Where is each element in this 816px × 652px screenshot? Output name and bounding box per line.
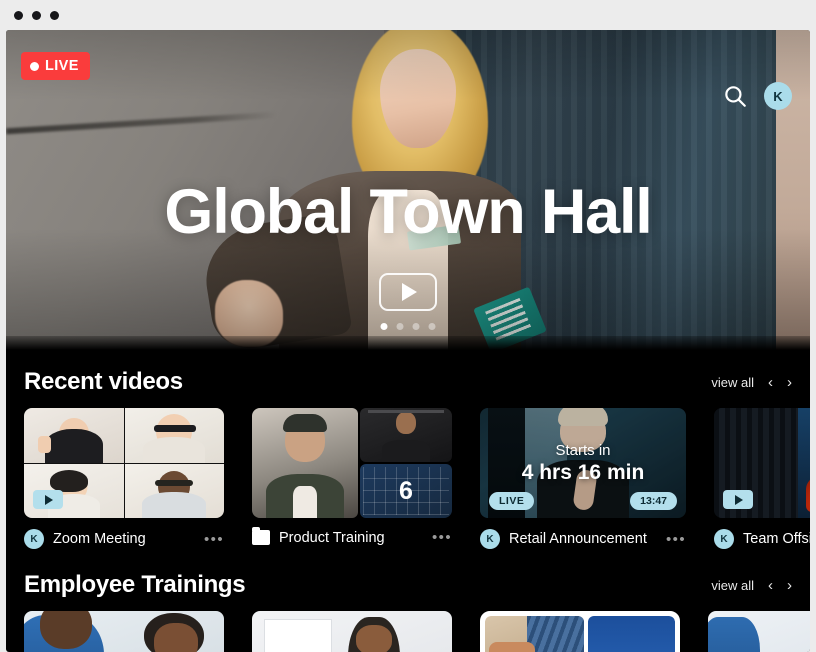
duration-badge: 13:47 [630,492,677,510]
chevron-left-icon[interactable]: ‹ [768,375,773,390]
video-card-team-offsite[interactable]: K Team Offsite [714,408,810,549]
hero-title: Global Town Hall [6,176,810,248]
video-title[interactable]: Product Training [279,530,423,546]
video-count-overlay: 6 [360,464,452,518]
owner-avatar: K [24,529,44,549]
carousel-dot-2[interactable] [397,323,404,330]
view-all-link-trainings[interactable]: view all [711,578,754,593]
video-card-meta: Product Training ••• [252,529,452,546]
hero-live-badge: LIVE [21,52,90,80]
video-card-product-training[interactable]: 6 Product Training ••• [252,408,452,549]
training-card-2[interactable] [252,611,452,652]
section-title: Recent videos [24,368,183,396]
video-thumbnail[interactable]: Starts in 4 hrs 16 min LIVE 13:47 [480,408,686,518]
section-header-employee-trainings: Employee Trainings view all ‹ › [6,549,810,611]
window-dot-2[interactable] [32,11,41,20]
training-thumbnail[interactable] [485,616,675,652]
play-badge[interactable] [723,490,753,509]
play-icon [402,283,417,301]
video-title[interactable]: Team Offsite [743,531,810,547]
countdown-label: Starts in [555,442,610,459]
app-window: LIVE K Global Town Hall [0,0,816,652]
video-card-meta: K Retail Announcement ••• [480,529,686,549]
owner-avatar: K [480,529,500,549]
chevron-right-icon[interactable]: › [787,578,792,593]
card-menu-button[interactable]: ••• [432,529,452,546]
video-thumbnail[interactable]: 6 [252,408,452,518]
video-card-meta: K Team Offsite [714,529,810,549]
carousel-dots [381,323,436,330]
training-card-3-focused[interactable] [480,611,680,652]
chevron-right-icon[interactable]: › [787,375,792,390]
folder-icon [252,530,270,545]
section-nav: view all ‹ › [711,375,792,390]
play-badge[interactable] [33,490,63,509]
video-thumbnail[interactable] [24,408,224,518]
video-card-zoom-meeting[interactable]: K Zoom Meeting ••• [24,408,224,549]
training-thumbnail[interactable] [708,611,810,652]
carousel-dot-3[interactable] [413,323,420,330]
recent-videos-row[interactable]: K Zoom Meeting ••• [6,408,810,549]
training-thumbnail[interactable] [24,611,224,652]
video-card-meta: K Zoom Meeting ••• [24,529,224,549]
window-dot-3[interactable] [50,11,59,20]
hero-actions: K [722,82,792,110]
view-all-link-recent[interactable]: view all [711,375,754,390]
chevron-left-icon[interactable]: ‹ [768,578,773,593]
training-card-1[interactable] [24,611,224,652]
carousel-dot-1[interactable] [381,323,388,330]
training-thumbnail[interactable] [252,611,452,652]
hero-live-label: LIVE [45,58,79,74]
card-menu-button[interactable]: ••• [204,531,224,548]
carousel-dot-4[interactable] [429,323,436,330]
play-icon [45,495,53,505]
section-nav: view all ‹ › [711,578,792,593]
window-titlebar [0,0,816,30]
live-dot-icon [30,62,39,71]
live-pill-badge: LIVE [489,492,534,510]
video-card-retail-announcement[interactable]: Starts in 4 hrs 16 min LIVE 13:47 K Reta… [480,408,686,549]
search-icon[interactable] [722,83,748,109]
window-dot-1[interactable] [14,11,23,20]
video-title[interactable]: Zoom Meeting [53,531,195,547]
video-thumbnail[interactable] [714,408,810,518]
employee-trainings-row[interactable] [6,611,810,652]
user-avatar[interactable]: K [764,82,792,110]
hero-carousel[interactable]: LIVE K Global Town Hall [6,30,810,350]
split-thumbnail: 6 [252,408,452,518]
video-title[interactable]: Retail Announcement [509,531,657,547]
play-icon [735,495,743,505]
countdown-value: 4 hrs 16 min [522,461,645,485]
card-menu-button[interactable]: ••• [666,531,686,548]
hero-play-button[interactable] [379,273,437,311]
app-content: LIVE K Global Town Hall [6,30,810,652]
owner-avatar: K [714,529,734,549]
training-card-4[interactable] [708,611,810,652]
section-title: Employee Trainings [24,571,245,599]
section-header-recent-videos: Recent videos view all ‹ › [6,350,810,408]
